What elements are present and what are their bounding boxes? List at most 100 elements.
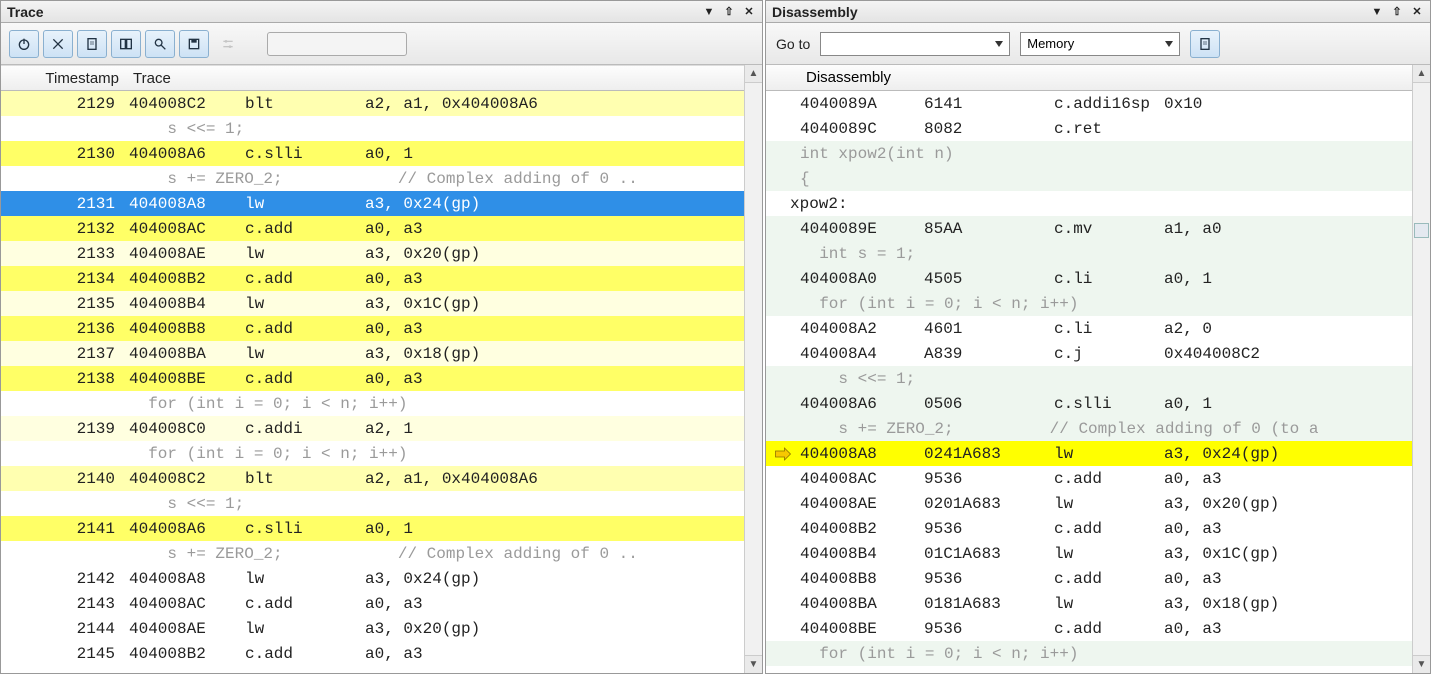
disassembly-row[interactable]: 404008BA0181A683lwa3, 0x18(gp) [766, 591, 1412, 616]
trace-row[interactable]: s += ZERO_2; // Complex adding of 0 .. [1, 541, 744, 566]
close-icon[interactable]: ✕ [1410, 5, 1424, 19]
disassembly-row[interactable]: 404008B89536c.adda0, a3 [766, 566, 1412, 591]
mnemonic-cell: lw [245, 195, 365, 213]
disassembly-row[interactable]: xpow2: [766, 191, 1412, 216]
mnemonic-cell: lw [1054, 545, 1164, 563]
disassembly-row[interactable]: for (int i = 0; i < n; i++) [766, 641, 1412, 666]
operands-cell: a3, 0x20(gp) [365, 245, 744, 263]
address-cell: 404008BE [129, 370, 245, 388]
col-trace[interactable]: Trace [129, 70, 744, 87]
disassembly-row[interactable]: 404008A80241A683lwa3, 0x24(gp) [766, 441, 1412, 466]
address-cell: 404008A8 [129, 195, 245, 213]
disassembly-row[interactable]: s <<= 1; [766, 366, 1412, 391]
operands-cell: a0, 1 [365, 520, 744, 538]
address-cell: 404008AE [129, 245, 245, 263]
pin-icon[interactable]: ⇧ [722, 5, 736, 19]
trace-row[interactable]: 2145404008B2c.adda0, a3 [1, 641, 744, 666]
trace-row[interactable]: 2141404008A6c.sllia0, 1 [1, 516, 744, 541]
disassembly-row[interactable]: 404008AE0201A683lwa3, 0x20(gp) [766, 491, 1412, 516]
power-button[interactable] [9, 30, 39, 58]
scroll-up-icon[interactable]: ▲ [1413, 65, 1430, 83]
mnemonic-cell: c.add [1054, 470, 1164, 488]
mnemonic-cell: lw [245, 245, 365, 263]
dropdown-icon[interactable]: ▼ [702, 5, 716, 19]
trace-row[interactable]: 2135404008B4lwa3, 0x1C(gp) [1, 291, 744, 316]
mnemonic-cell: lw [245, 620, 365, 638]
scroll-down-icon[interactable]: ▼ [745, 655, 762, 673]
timestamp-cell: 2132 [35, 220, 129, 238]
close-icon[interactable]: ✕ [742, 5, 756, 19]
opcode-cell: 8082 [924, 120, 1054, 138]
pin-icon[interactable]: ⇧ [1390, 5, 1404, 19]
disassembly-row[interactable]: 404008A04505c.lia0, 1 [766, 266, 1412, 291]
trace-row[interactable]: s += ZERO_2; // Complex adding of 0 .. [1, 166, 744, 191]
disassembly-row[interactable]: 404008A4A839c.j0x404008C2 [766, 341, 1412, 366]
address-cell: 404008B2 [129, 270, 245, 288]
document-button[interactable] [77, 30, 107, 58]
trace-row[interactable]: 2136404008B8c.adda0, a3 [1, 316, 744, 341]
trace-row[interactable]: 2139404008C0c.addia2, 1 [1, 416, 744, 441]
address-cell: 404008A4 [800, 345, 924, 363]
disassembly-row[interactable]: 404008A60506c.sllia0, 1 [766, 391, 1412, 416]
scroll-down-icon[interactable]: ▼ [1413, 655, 1430, 673]
disassembly-row[interactable]: 4040089A6141c.addi16sp0x10 [766, 91, 1412, 116]
blank-field[interactable] [267, 32, 407, 56]
trace-row[interactable]: 2142404008A8lwa3, 0x24(gp) [1, 566, 744, 591]
disassembly-scrollbar[interactable]: ▲ ▼ [1412, 65, 1430, 673]
trace-row[interactable]: 2131404008A8lwa3, 0x24(gp) [1, 191, 744, 216]
save-button[interactable] [179, 30, 209, 58]
address-cell: 404008B4 [800, 545, 924, 563]
disassembly-row[interactable]: 404008B401C1A683lwa3, 0x1C(gp) [766, 541, 1412, 566]
trace-row[interactable]: 2129404008C2blta2, a1, 0x404008A6 [1, 91, 744, 116]
operands-cell: a3, 0x18(gp) [1164, 595, 1412, 613]
search-button[interactable] [145, 30, 175, 58]
trace-list[interactable]: Timestamp Trace 2129404008C2blta2, a1, 0… [1, 65, 744, 673]
trace-row[interactable]: s <<= 1; [1, 116, 744, 141]
trace-row[interactable]: 2132404008ACc.adda0, a3 [1, 216, 744, 241]
address-cell: 404008C0 [129, 420, 245, 438]
trace-scrollbar[interactable]: ▲ ▼ [744, 65, 762, 673]
disassembly-row[interactable]: 4040089E85AAc.mva1, a0 [766, 216, 1412, 241]
toggle-view-button[interactable] [1190, 30, 1220, 58]
trace-row[interactable]: 2130404008A6c.sllia0, 1 [1, 141, 744, 166]
mnemonic-cell: c.mv [1054, 220, 1164, 238]
scroll-thumb[interactable] [1414, 223, 1429, 238]
col-timestamp[interactable]: Timestamp [5, 70, 129, 87]
goto-combo[interactable] [820, 32, 1010, 56]
disassembly-row[interactable]: 404008AC9536c.adda0, a3 [766, 466, 1412, 491]
dropdown-icon[interactable]: ▼ [1370, 5, 1384, 19]
sliders-icon [220, 36, 236, 52]
operands-cell: a3, 0x1C(gp) [1164, 545, 1412, 563]
disassembly-row[interactable]: int s = 1; [766, 241, 1412, 266]
trace-row[interactable]: for (int i = 0; i < n; i++) [1, 441, 744, 466]
disassembly-row[interactable]: 404008B29536c.adda0, a3 [766, 516, 1412, 541]
mnemonic-cell: c.add [245, 595, 365, 613]
trace-row[interactable]: 2134404008B2c.adda0, a3 [1, 266, 744, 291]
mnemonic-cell: c.add [1054, 520, 1164, 538]
memory-combo[interactable]: Memory [1020, 32, 1180, 56]
trace-row[interactable]: 2143404008ACc.adda0, a3 [1, 591, 744, 616]
disassembly-row[interactable]: 404008BE9536c.adda0, a3 [766, 616, 1412, 641]
disassembly-row[interactable]: int xpow2(int n) [766, 141, 1412, 166]
disassembly-toolbar: Go to Memory [766, 23, 1430, 65]
disassembly-row[interactable]: for (int i = 0; i < n; i++) [766, 291, 1412, 316]
disassembly-row[interactable]: { [766, 166, 1412, 191]
disassembly-row[interactable]: s += ZERO_2; // Complex adding of 0 (to … [766, 416, 1412, 441]
trace-row[interactable]: 2144404008AElwa3, 0x20(gp) [1, 616, 744, 641]
trace-row[interactable]: 2138404008BEc.adda0, a3 [1, 366, 744, 391]
trace-row[interactable]: s <<= 1; [1, 491, 744, 516]
mnemonic-cell: c.addi [245, 420, 365, 438]
disassembly-list[interactable]: Disassembly 4040089A6141c.addi16sp0x1040… [766, 65, 1412, 673]
current-pc-arrow-icon [774, 447, 792, 461]
clear-button[interactable] [43, 30, 73, 58]
trace-row[interactable]: 2133404008AElwa3, 0x20(gp) [1, 241, 744, 266]
scroll-up-icon[interactable]: ▲ [745, 65, 762, 83]
columns-button[interactable] [111, 30, 141, 58]
disassembly-row[interactable]: 4040089C8082c.ret [766, 116, 1412, 141]
trace-row[interactable]: for (int i = 0; i < n; i++) [1, 391, 744, 416]
trace-row[interactable]: 2137404008BAlwa3, 0x18(gp) [1, 341, 744, 366]
disassembly-header: Disassembly [766, 65, 1412, 91]
settings-button[interactable] [213, 30, 243, 58]
disassembly-row[interactable]: 404008A24601c.lia2, 0 [766, 316, 1412, 341]
trace-row[interactable]: 2140404008C2blta2, a1, 0x404008A6 [1, 466, 744, 491]
